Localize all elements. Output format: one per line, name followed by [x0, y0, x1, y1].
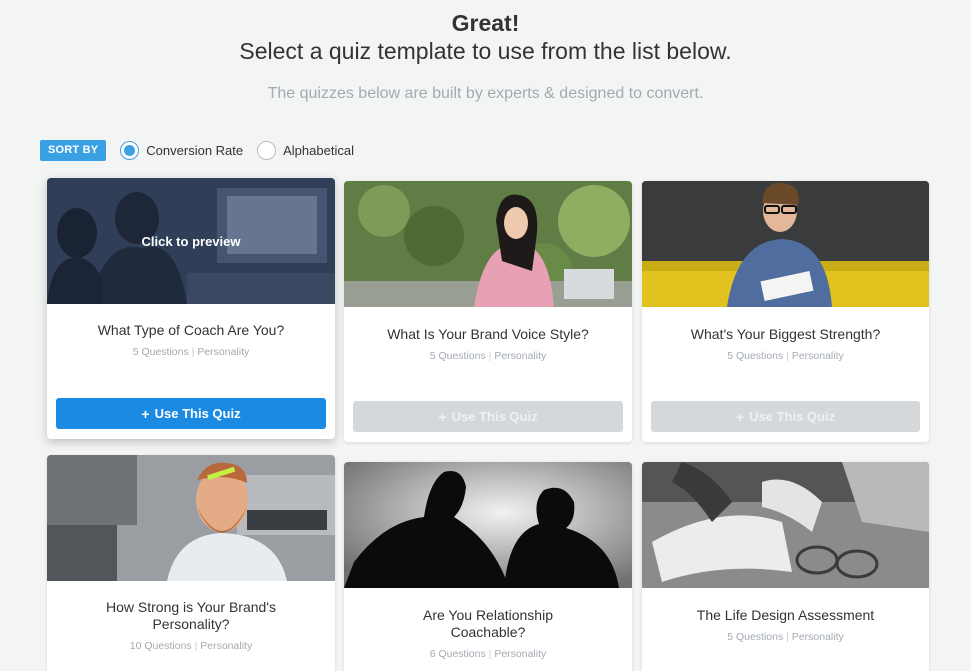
sort-bar: SORT BY Conversion Rate Alphabetical [40, 139, 354, 161]
quiz-title: What Is Your Brand Voice Style? [387, 326, 589, 342]
quiz-meta: 6 Questions | Personality [429, 648, 547, 660]
sort-option-conversion-rate[interactable]: Conversion Rate [120, 140, 244, 160]
quiz-title: What's Your Biggest Strength? [690, 326, 881, 342]
question-count: 5 Questions [429, 350, 486, 362]
quiz-meta: 5 Questions | Personality [727, 350, 844, 362]
quiz-thumbnail[interactable]: Click to preview [47, 178, 335, 304]
question-count: 6 Questions [429, 648, 486, 660]
question-count: 10 Questions [129, 640, 192, 652]
quiz-card[interactable]: Are You Relationship Coachable? 6 Questi… [344, 462, 632, 671]
quiz-thumbnail[interactable] [47, 455, 335, 581]
man-writing-image [642, 181, 929, 307]
use-this-quiz-button[interactable]: + Use This Quiz [651, 401, 920, 432]
question-count: 5 Questions [727, 631, 784, 643]
quiz-meta: 5 Questions | Personality [727, 631, 844, 643]
quiz-card[interactable]: What Is Your Brand Voice Style? 5 Questi… [344, 181, 632, 442]
quiz-card[interactable]: The Life Design Assessment 5 Questions |… [642, 462, 929, 671]
plus-icon: + [735, 408, 745, 425]
quiz-category: Personality [494, 648, 547, 660]
quiz-category: Personality [791, 631, 844, 643]
quiz-category: Personality [197, 346, 250, 358]
sort-option-alphabetical[interactable]: Alphabetical [257, 140, 354, 160]
plus-icon: + [438, 408, 447, 425]
sort-option-label: Alphabetical [283, 142, 354, 158]
quiz-meta: 5 Questions | Personality [429, 350, 547, 362]
subheading: The quizzes below are built by experts &… [267, 85, 704, 102]
use-this-quiz-button[interactable]: + Use This Quiz [353, 401, 623, 432]
quiz-thumbnail[interactable] [642, 462, 929, 588]
radio-unchecked-icon[interactable] [257, 140, 277, 160]
quiz-category: Personality [494, 350, 547, 362]
plus-icon: + [141, 405, 150, 422]
quiz-card[interactable]: Click to preview What Type of Coach Are … [47, 178, 335, 439]
heading-great: Great! [451, 10, 520, 36]
quiz-title: Are You Relationship Coachable? [423, 607, 553, 640]
woman-on-phone-image [344, 181, 632, 307]
book-and-glasses-image [642, 462, 929, 588]
question-count: 5 Questions [132, 346, 189, 358]
quiz-card[interactable]: What's Your Biggest Strength? 5 Question… [642, 181, 929, 442]
quiz-meta: 10 Questions | Personality [129, 640, 253, 652]
quiz-title: The Life Design Assessment [696, 607, 875, 623]
use-this-quiz-label: Use This Quiz [154, 406, 241, 421]
bearded-man-image [47, 455, 335, 581]
preview-overlay[interactable]: Click to preview [47, 178, 335, 304]
quiz-thumbnail[interactable] [642, 181, 929, 307]
use-this-quiz-label: Use This Quiz [451, 409, 538, 424]
silhouette-couple-image [344, 462, 632, 588]
quiz-thumbnail[interactable] [344, 181, 632, 307]
quiz-card[interactable]: How Strong is Your Brand's Personality? … [47, 455, 335, 671]
use-this-quiz-label: Use This Quiz [749, 409, 836, 424]
quiz-meta: 5 Questions | Personality [132, 346, 250, 358]
use-this-quiz-button[interactable]: + Use This Quiz [56, 398, 326, 429]
quiz-thumbnail[interactable] [344, 462, 632, 588]
radio-checked-icon[interactable] [120, 140, 140, 160]
heading-select-template: Select a quiz template to use from the l… [239, 38, 732, 64]
quiz-category: Personality [791, 350, 844, 362]
quiz-title: How Strong is Your Brand's Personality? [106, 599, 276, 632]
sort-by-badge: SORT BY [40, 139, 107, 161]
quiz-title: What Type of Coach Are You? [97, 322, 285, 338]
sort-option-label: Conversion Rate [146, 142, 244, 158]
question-count: 5 Questions [727, 350, 784, 362]
quiz-category: Personality [200, 640, 253, 652]
